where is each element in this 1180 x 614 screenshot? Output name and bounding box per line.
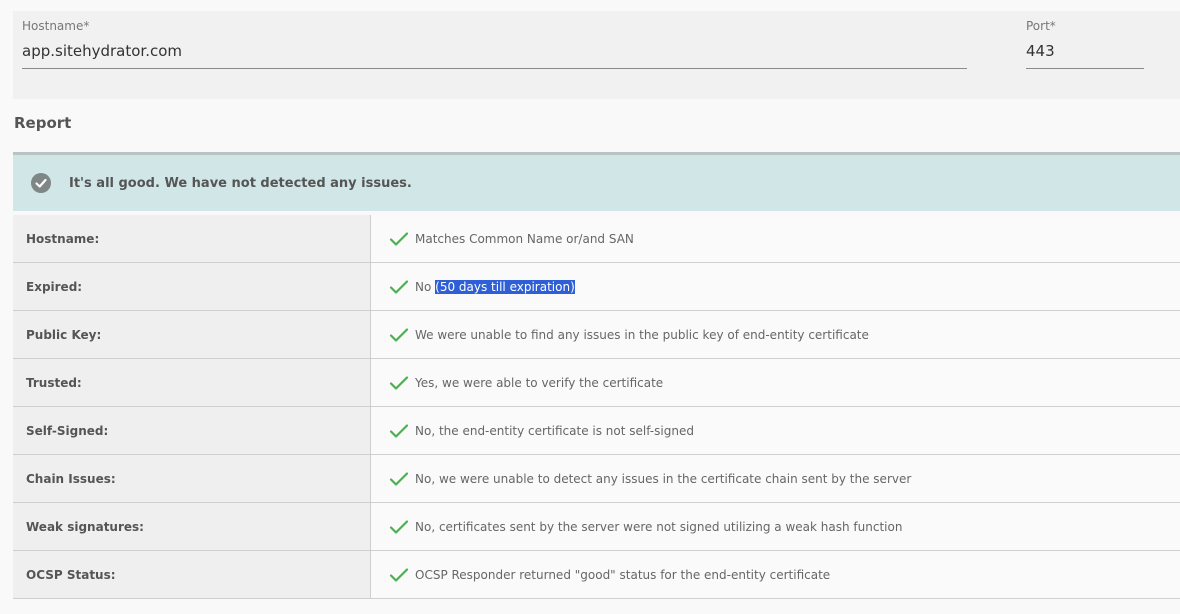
port-underline (1026, 68, 1144, 69)
row-value-cell: No, certificates sent by the server were… (370, 502, 1180, 551)
check-icon (389, 519, 409, 535)
row-value: Matches Common Name or/and SAN (415, 231, 634, 246)
row-value-cell: Matches Common Name or/and SAN (370, 215, 1180, 263)
report-row-ocsp-status: OCSP Status: OCSP Responder returned "goo… (13, 550, 1180, 599)
port-input[interactable]: 443 (1026, 42, 1055, 60)
check-icon (389, 471, 409, 487)
row-label: Expired: (13, 262, 371, 311)
row-value: Yes, we were able to verify the certific… (415, 375, 664, 390)
row-value: No, the end-entity certificate is not se… (415, 423, 694, 438)
report-row-chain-issues: Chain Issues: No, we were unable to detec… (13, 454, 1180, 503)
check-icon (389, 327, 409, 343)
row-value-cell: We were unable to find any issues in the… (370, 310, 1180, 359)
row-label: Trusted: (13, 358, 371, 407)
check-icon (389, 375, 409, 391)
check-icon (389, 279, 409, 295)
row-label: Public Key: (13, 310, 371, 359)
status-banner: It's all good. We have not detected any … (13, 152, 1180, 211)
row-label: OCSP Status: (13, 550, 371, 599)
row-value-cell: No (50 days till expiration) (370, 262, 1180, 311)
row-label: Hostname: (13, 215, 371, 263)
report-row-public-key: Public Key: We were unable to find any is… (13, 310, 1180, 359)
check-circle-icon (31, 173, 51, 193)
report-row-expired: Expired: No (50 days till expiration) (13, 262, 1180, 311)
selected-expiration-text[interactable]: (50 days till expiration) (435, 279, 575, 294)
row-value-cell: OCSP Responder returned "good" status fo… (370, 550, 1180, 599)
report-title: Report (14, 114, 72, 132)
row-value-cell: Yes, we were able to verify the certific… (370, 358, 1180, 407)
report-row-self-signed: Self-Signed: No, the end-entity certifica… (13, 406, 1180, 455)
hostname-input[interactable]: app.sitehydrator.com (22, 42, 182, 60)
check-icon (389, 231, 409, 247)
row-label: Chain Issues: (13, 454, 371, 503)
row-value: No (415, 279, 432, 294)
report-row-weak-signatures: Weak signatures: No, certificates sent by… (13, 502, 1180, 551)
status-banner-text: It's all good. We have not detected any … (69, 176, 412, 191)
port-field[interactable]: Port* 443 (1026, 11, 1144, 81)
row-value: No, we were unable to detect any issues … (415, 471, 912, 486)
check-icon (389, 567, 409, 583)
row-value: OCSP Responder returned "good" status fo… (415, 567, 831, 582)
report-row-trusted: Trusted: Yes, we were able to verify the … (13, 358, 1180, 407)
row-value-cell: No, the end-entity certificate is not se… (370, 406, 1180, 455)
hostname-field[interactable]: Hostname* app.sitehydrator.com (22, 11, 967, 81)
check-icon (389, 423, 409, 439)
port-label: Port* (1026, 19, 1056, 33)
row-label: Self-Signed: (13, 406, 371, 455)
row-label: Weak signatures: (13, 502, 371, 551)
row-value: No, certificates sent by the server were… (415, 519, 903, 534)
hostname-underline (22, 68, 967, 69)
row-value-cell: No, we were unable to detect any issues … (370, 454, 1180, 503)
report-table: Hostname: Matches Common Name or/and SAN E… (13, 215, 1180, 599)
connection-form: Hostname* app.sitehydrator.com Port* 443 (13, 11, 1180, 99)
report-row-hostname: Hostname: Matches Common Name or/and SAN (13, 215, 1180, 263)
hostname-label: Hostname* (22, 19, 90, 33)
row-value: We were unable to find any issues in the… (415, 327, 869, 342)
